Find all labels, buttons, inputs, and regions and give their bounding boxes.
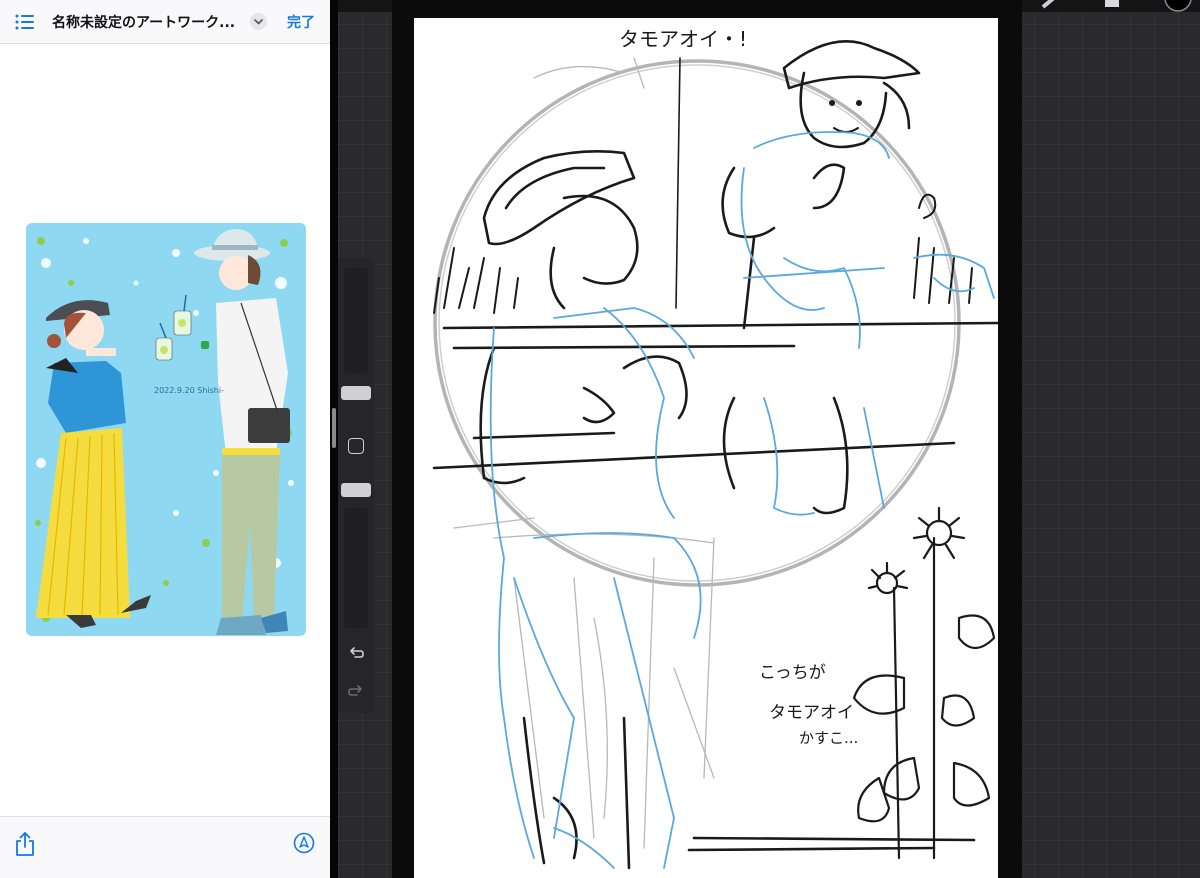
canvas-frame-right-edge xyxy=(1012,0,1022,878)
markup-pen-icon[interactable] xyxy=(293,832,315,854)
list-icon[interactable] xyxy=(14,11,36,33)
procreate-workspace: タモアオイ・! こっちが タモアオイ かすこ... xyxy=(338,0,1200,878)
drawing-canvas[interactable]: タモアオイ・! こっちが タモアオイ かすこ... xyxy=(414,18,998,878)
document-title[interactable]: 名称未設定のアートワーク... xyxy=(52,12,242,32)
artwork-date-signature: 2022.9.20 Shishi- xyxy=(154,386,224,395)
sketch-note-line3: かすこ... xyxy=(799,729,858,747)
brush-size-handle[interactable] xyxy=(341,386,371,400)
sketch-note-top: タモアオイ・! xyxy=(619,27,747,51)
brush-size-slider[interactable] xyxy=(344,268,368,373)
eraser-icon[interactable] xyxy=(1040,0,1058,9)
preview-header: 名称未設定のアートワーク... 完了 xyxy=(0,0,330,44)
preview-footer xyxy=(0,816,330,878)
sketch-note-line1: こっちが xyxy=(759,663,826,683)
chevron-down-icon[interactable] xyxy=(250,13,267,30)
share-icon[interactable] xyxy=(14,831,36,857)
sketch-note-line2: タモアオイ xyxy=(769,703,854,723)
split-view-handle[interactable] xyxy=(332,408,336,448)
redo-icon[interactable] xyxy=(347,682,365,700)
opacity-handle[interactable] xyxy=(341,483,371,497)
layers-icon[interactable] xyxy=(1103,0,1121,8)
color-swatch-icon[interactable] xyxy=(1164,0,1192,12)
done-button[interactable]: 完了 xyxy=(287,12,315,32)
files-preview-pane: 名称未設定のアートワーク... 完了 2022.9.20 Shishi- xyxy=(0,0,330,878)
procreate-sidebar xyxy=(338,258,374,713)
opacity-slider[interactable] xyxy=(344,508,368,628)
artwork-thumbnail[interactable]: 2022.9.20 Shishi- xyxy=(26,223,306,636)
undo-icon[interactable] xyxy=(347,644,365,662)
modify-button-icon[interactable] xyxy=(348,438,364,454)
